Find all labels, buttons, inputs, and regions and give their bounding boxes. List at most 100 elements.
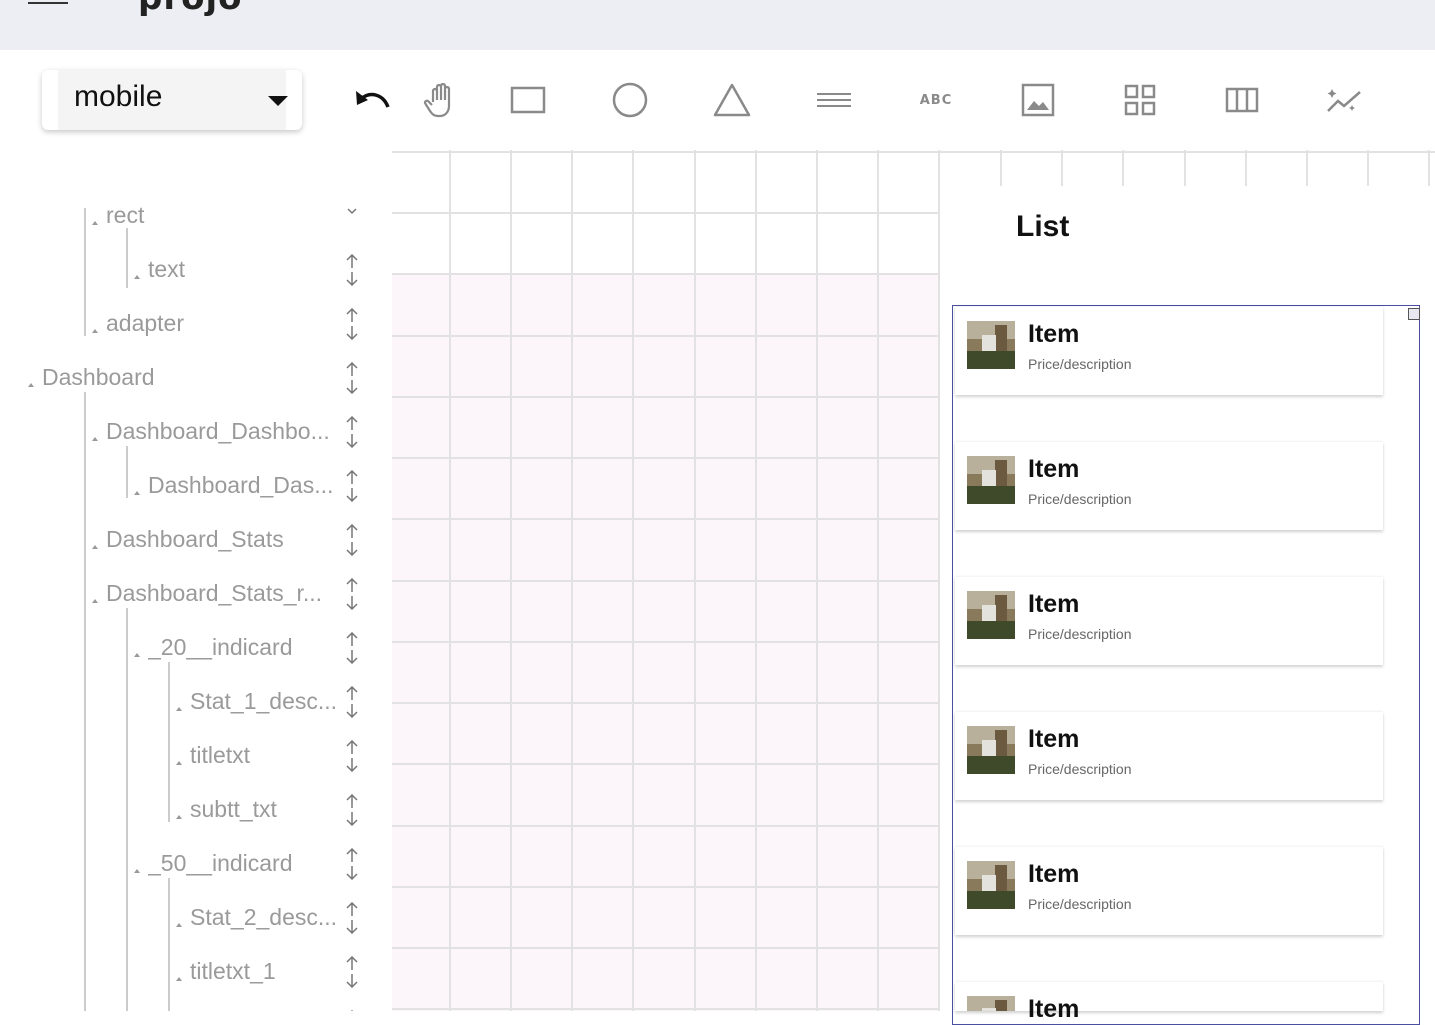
- item-title: Item: [1028, 995, 1080, 1023]
- expand-arrow-icon[interactable]: [134, 275, 140, 279]
- expand-arrow-icon[interactable]: [134, 491, 140, 495]
- item-thumbnail: [967, 861, 1015, 909]
- tree-node-label: Dashboard_Dashbo...: [106, 418, 330, 444]
- reorder-arrows-icon[interactable]: [344, 362, 360, 394]
- tree-node-dashboard-dashbo[interactable]: Dashboard_Dashbo...: [0, 406, 392, 460]
- list-item[interactable]: Item Price/description: [955, 577, 1383, 665]
- tree-node-label: adapter: [106, 310, 185, 336]
- tree-node-subtt-txt[interactable]: subtt_txt: [0, 784, 392, 838]
- line-tool-icon[interactable]: [812, 78, 856, 122]
- tree-node-rect[interactable]: rect: [0, 190, 392, 244]
- tree-node-stat-1-desc[interactable]: Stat_1_desc...: [0, 676, 392, 730]
- reorder-arrows-icon[interactable]: [344, 578, 360, 610]
- reorder-arrows-icon[interactable]: [344, 686, 360, 718]
- reorder-arrows-icon[interactable]: [344, 956, 360, 988]
- reorder-arrows-icon[interactable]: [344, 740, 360, 772]
- expand-arrow-icon[interactable]: [28, 383, 34, 387]
- tree-node-label: rect: [106, 202, 145, 228]
- tree-node-dashboard-stats-r[interactable]: Dashboard_Stats_r...: [0, 568, 392, 622]
- text-tool-icon[interactable]: ABC: [914, 78, 958, 122]
- tree-node-label: Dashboard: [42, 364, 155, 390]
- item-subtitle: Price/description: [1028, 356, 1132, 372]
- circle-tool-icon[interactable]: [608, 78, 652, 122]
- expand-arrow-icon[interactable]: [176, 923, 182, 927]
- list-item[interactable]: Item: [955, 982, 1383, 1023]
- reorder-arrows-icon[interactable]: [344, 254, 360, 286]
- item-subtitle: Price/description: [1028, 491, 1132, 507]
- item-thumbnail: [967, 591, 1015, 639]
- resize-handle[interactable]: [1408, 308, 1420, 320]
- item-title: Item: [1028, 590, 1080, 618]
- tree-node-label: Stat_1_desc...: [190, 688, 338, 714]
- tree-node-text[interactable]: text: [0, 244, 392, 298]
- tree-node-label: _20__indicard: [148, 634, 293, 660]
- move-down-icon[interactable]: [344, 206, 360, 218]
- device-select-value: mobile: [74, 80, 163, 113]
- tree-node-adapter[interactable]: adapter: [0, 298, 392, 352]
- layer-tree-panel: rect text adapter Dashboard Dashboard_Da…: [0, 150, 392, 1011]
- reorder-arrows-icon[interactable]: [344, 308, 360, 340]
- tree-node-label: subtt_txt: [190, 796, 277, 822]
- canvas-grid: [392, 150, 940, 1011]
- item-thumbnail: [967, 996, 1015, 1011]
- dropdown-arrow-icon: [268, 96, 288, 106]
- tree-node-dashboard-das[interactable]: Dashboard_Das...: [0, 460, 392, 514]
- expand-arrow-icon[interactable]: [134, 653, 140, 657]
- reorder-arrows-icon[interactable]: [344, 524, 360, 556]
- reorder-arrows-icon[interactable]: [344, 632, 360, 664]
- item-title: Item: [1028, 725, 1080, 753]
- rectangle-tool-icon[interactable]: [506, 78, 550, 122]
- list-item[interactable]: Item Price/description: [955, 712, 1383, 800]
- magic-chart-icon[interactable]: [1322, 78, 1366, 122]
- list-item[interactable]: Item Price/description: [955, 307, 1383, 395]
- device-select-field: mobile: [58, 70, 288, 130]
- hand-pan-icon[interactable]: [420, 78, 464, 122]
- tree-node-label: titletxt_1: [190, 958, 276, 984]
- reorder-arrows-icon[interactable]: [344, 902, 360, 934]
- list-item[interactable]: Item Price/description: [955, 847, 1383, 935]
- expand-arrow-icon[interactable]: [92, 329, 98, 333]
- item-subtitle: Price/description: [1028, 761, 1132, 777]
- tree-node-partial[interactable]: [0, 1000, 392, 1011]
- expand-arrow-icon[interactable]: [92, 545, 98, 549]
- tree-node-titletxt-1[interactable]: titletxt_1: [0, 946, 392, 1000]
- expand-arrow-icon[interactable]: [92, 599, 98, 603]
- tree-node-label: Dashboard_Das...: [148, 472, 334, 498]
- tree-node-stat-2-desc[interactable]: Stat_2_desc...: [0, 892, 392, 946]
- list-item[interactable]: Item Price/description: [955, 442, 1383, 530]
- expand-arrow-icon[interactable]: [176, 761, 182, 765]
- reorder-arrows-icon[interactable]: [344, 416, 360, 448]
- expand-arrow-icon[interactable]: [134, 869, 140, 873]
- tree-node-titletxt[interactable]: titletxt: [0, 730, 392, 784]
- text-tool-label: ABC: [919, 92, 953, 108]
- item-thumbnail: [967, 726, 1015, 774]
- tree-node-dashboard[interactable]: Dashboard: [0, 352, 392, 406]
- grid-tool-icon[interactable]: [1118, 78, 1162, 122]
- more-tool-icon[interactable]: [1420, 78, 1435, 122]
- image-tool-icon[interactable]: [1016, 78, 1060, 122]
- hamburger-menu-icon[interactable]: [28, 0, 68, 4]
- tree-node-50-indicard[interactable]: _50__indicard: [0, 838, 392, 892]
- reorder-arrows-icon[interactable]: [344, 848, 360, 880]
- tree-node-20-indicard[interactable]: _20__indicard: [0, 622, 392, 676]
- undo-icon[interactable]: [350, 78, 394, 122]
- triangle-tool-icon[interactable]: [710, 78, 754, 122]
- item-thumbnail: [967, 456, 1015, 504]
- columns-tool-icon[interactable]: [1220, 78, 1264, 122]
- tree-node-label: Stat_2_desc...: [190, 904, 338, 930]
- device-select[interactable]: mobile: [42, 70, 302, 130]
- app-bar: projo: [0, 0, 1435, 50]
- expand-arrow-icon[interactable]: [92, 437, 98, 441]
- expand-arrow-icon[interactable]: [92, 221, 98, 225]
- item-title: Item: [1028, 320, 1080, 348]
- expand-arrow-icon[interactable]: [176, 815, 182, 819]
- reorder-arrows-icon[interactable]: [344, 794, 360, 826]
- expand-arrow-icon[interactable]: [176, 707, 182, 711]
- tree-node-label: _50__indicard: [148, 850, 293, 876]
- item-subtitle: Price/description: [1028, 896, 1132, 912]
- item-title: Item: [1028, 860, 1080, 888]
- tree-node-dashboard-stats[interactable]: Dashboard_Stats: [0, 514, 392, 568]
- expand-arrow-icon[interactable]: [176, 977, 182, 981]
- reorder-arrows-icon[interactable]: [344, 470, 360, 502]
- tree-node-label: text: [148, 256, 186, 282]
